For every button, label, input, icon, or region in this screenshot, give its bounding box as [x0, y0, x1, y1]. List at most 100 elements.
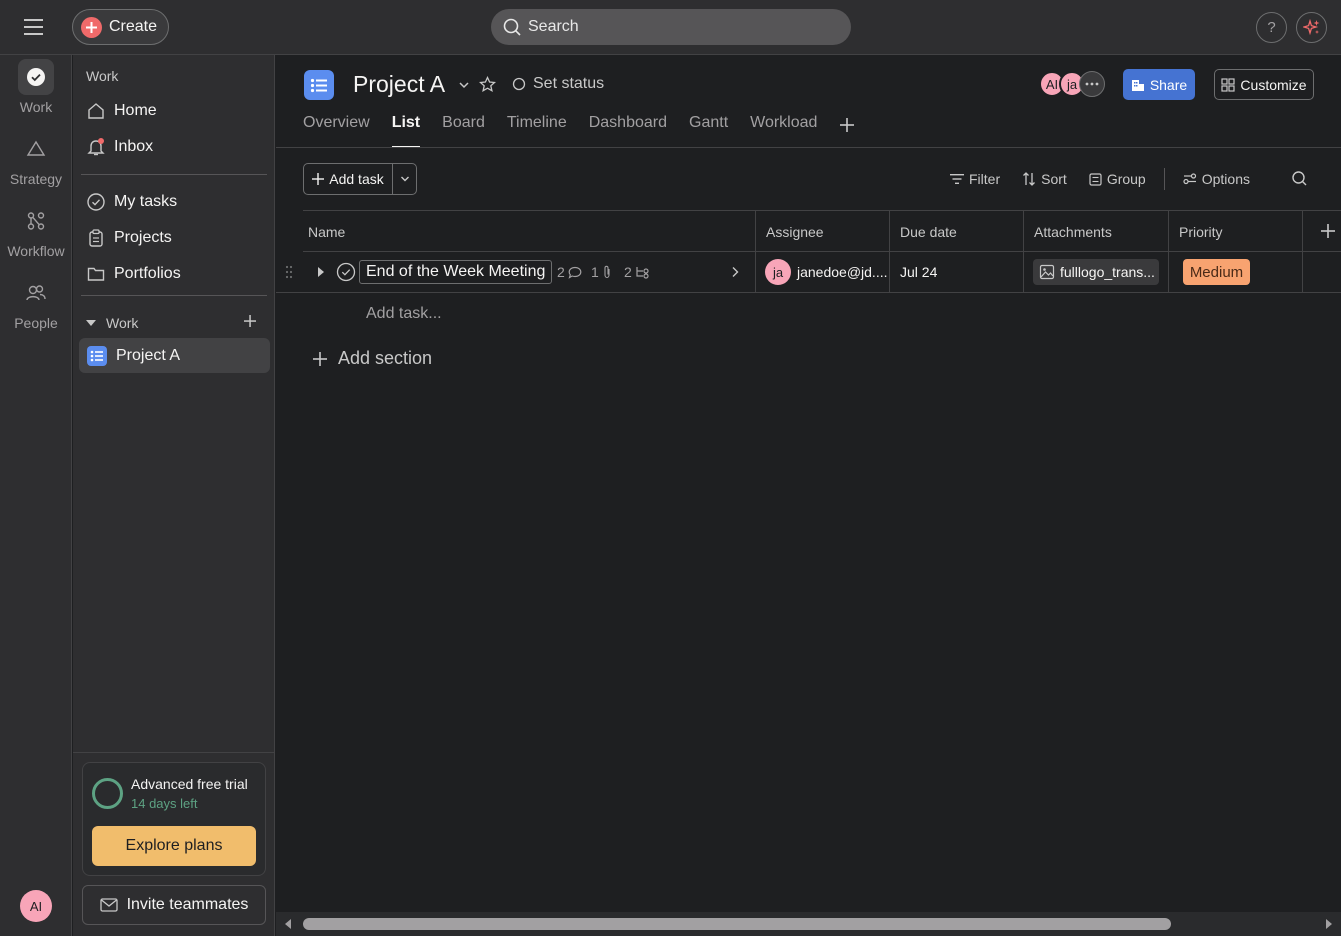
set-status-button[interactable]: Set status	[512, 75, 604, 93]
scroll-right-arrow-icon[interactable]	[1323, 918, 1335, 930]
plus-icon	[312, 351, 328, 367]
search-input[interactable]: Search	[491, 9, 851, 45]
group-button[interactable]: Group	[1089, 171, 1146, 187]
sidebar: Work Home Inbox My tasks Projects Portfo…	[73, 55, 275, 936]
attachment-chip[interactable]: fulllogo_trans...	[1033, 259, 1159, 285]
tab-board[interactable]: Board	[442, 114, 485, 148]
add-task-dropdown-chevron-icon[interactable]	[393, 164, 416, 194]
rail-icon-container	[18, 275, 54, 311]
column-header-attachments[interactable]: Attachments	[1024, 211, 1169, 252]
bell-icon	[87, 138, 105, 156]
column-header-priority[interactable]: Priority	[1169, 211, 1303, 252]
column-header-due-date[interactable]: Due date	[890, 211, 1024, 252]
tab-gantt[interactable]: Gantt	[689, 114, 728, 148]
column-header-name[interactable]: Name	[303, 211, 756, 252]
options-button[interactable]: Options	[1183, 171, 1250, 187]
task-name-cell: End of the Week Meeting 2 1 2	[276, 252, 756, 292]
sort-button[interactable]: Sort	[1022, 171, 1067, 187]
open-task-details-chevron-icon[interactable]	[730, 265, 740, 279]
add-task-inline-input[interactable]: Add task...	[366, 305, 442, 323]
complete-task-checkbox-icon[interactable]	[336, 262, 356, 282]
top-bar: Create Search ?	[0, 0, 1341, 55]
more-members-ellipsis-icon[interactable]	[1079, 71, 1105, 97]
check-circle-icon	[26, 67, 46, 87]
priority-cell: Medium	[1169, 252, 1303, 292]
customize-button[interactable]: Customize	[1214, 69, 1314, 100]
tab-dashboard[interactable]: Dashboard	[589, 114, 667, 148]
options-label: Options	[1201, 171, 1250, 187]
view-toolbar: Filter Sort Group Options	[950, 168, 1272, 190]
sidebar-item-inbox[interactable]: Inbox	[79, 130, 269, 164]
sidebar-item-project-a[interactable]: Project A	[79, 338, 270, 373]
add-column-plus-icon[interactable]	[1320, 223, 1336, 239]
sidebar-item-label: Inbox	[114, 138, 154, 155]
chevron-down-icon[interactable]	[457, 78, 471, 92]
scroll-left-arrow-icon[interactable]	[282, 918, 294, 930]
share-button[interactable]: Share	[1123, 69, 1195, 100]
left-rail: Work Strategy Workflow People AI	[0, 55, 72, 936]
search-icon	[503, 18, 521, 36]
attachment-count[interactable]: 1	[591, 264, 612, 280]
list-project-icon	[304, 70, 334, 100]
column-header-assignee[interactable]: Assignee	[756, 211, 890, 252]
workflow-icon	[26, 211, 46, 231]
filter-button[interactable]: Filter	[950, 171, 1000, 187]
add-section-label: Add section	[338, 348, 433, 368]
help-button[interactable]: ?	[1256, 12, 1287, 43]
add-task-button[interactable]: Add task	[304, 164, 393, 194]
add-project-plus-icon[interactable]	[241, 312, 259, 330]
sidebar-item-my-tasks[interactable]: My tasks	[79, 185, 269, 219]
sidebar-bottom-divider	[73, 752, 275, 753]
sidebar-item-projects[interactable]: Projects	[79, 221, 269, 255]
ai-sparkle-button[interactable]	[1296, 12, 1327, 43]
rail-icon-container	[18, 59, 54, 95]
horizontal-scrollbar[interactable]	[276, 912, 1341, 936]
drag-handle-icon[interactable]	[284, 265, 294, 279]
search-placeholder: Search	[528, 18, 579, 35]
sidebar-item-home[interactable]: Home	[79, 94, 269, 128]
task-name-input[interactable]: End of the Week Meeting	[359, 260, 553, 284]
table-row[interactable]: End of the Week Meeting 2 1 2 ja janedoe…	[276, 252, 1341, 293]
subtasks-icon	[635, 266, 651, 279]
add-tab-plus-icon[interactable]	[839, 117, 855, 133]
expand-subtasks-caret-icon[interactable]	[316, 265, 326, 279]
attachment-filename: fulllogo_trans...	[1060, 264, 1155, 280]
sidebar-item-portfolios[interactable]: Portfolios	[79, 257, 269, 291]
tab-list[interactable]: List	[391, 114, 421, 148]
comment-count[interactable]: 2	[557, 264, 582, 280]
project-members[interactable]: AI ja	[1039, 71, 1105, 97]
plus-icon	[81, 16, 102, 38]
invite-teammates-button[interactable]: Invite teammates	[82, 885, 266, 925]
group-icon	[1089, 172, 1102, 186]
star-icon[interactable]	[479, 76, 496, 93]
people-icon	[25, 283, 47, 303]
subtask-count[interactable]: 2	[624, 264, 651, 280]
priority-badge[interactable]: Medium	[1183, 259, 1250, 285]
trial-days-left: 14 days left	[131, 796, 198, 811]
sidebar-section-work[interactable]: Work	[85, 313, 265, 333]
options-sliders-icon	[1183, 173, 1197, 185]
attachments-cell: fulllogo_trans...	[1024, 252, 1169, 292]
assignee-cell[interactable]: ja janedoe@jd....	[756, 252, 890, 292]
search-tasks-icon[interactable]	[1291, 170, 1308, 187]
rail-item-people[interactable]: People	[0, 275, 72, 331]
project-title[interactable]: Project A	[353, 71, 445, 98]
attachment-count-value: 1	[591, 264, 599, 280]
rail-item-work[interactable]: Work	[0, 59, 72, 115]
table-header: Name Assignee Due date Attachments Prior…	[303, 210, 1341, 252]
explore-plans-button[interactable]: Explore plans	[92, 826, 256, 866]
rail-item-workflow[interactable]: Workflow	[0, 203, 72, 259]
tab-overview[interactable]: Overview	[303, 114, 370, 148]
trial-title: Advanced free trial	[131, 776, 248, 792]
tab-timeline[interactable]: Timeline	[507, 114, 567, 148]
user-avatar[interactable]: AI	[20, 890, 52, 922]
create-button[interactable]: Create	[72, 9, 169, 45]
tab-workload[interactable]: Workload	[750, 114, 817, 148]
add-task-label: Add task	[329, 171, 384, 187]
hamburger-menu-icon[interactable]	[22, 16, 50, 40]
add-section-button[interactable]: Add section	[312, 348, 432, 369]
scrollbar-thumb[interactable]	[303, 918, 1171, 930]
image-file-icon	[1039, 264, 1055, 280]
due-date-cell[interactable]: Jul 24	[890, 252, 1024, 292]
rail-item-strategy[interactable]: Strategy	[0, 131, 72, 187]
